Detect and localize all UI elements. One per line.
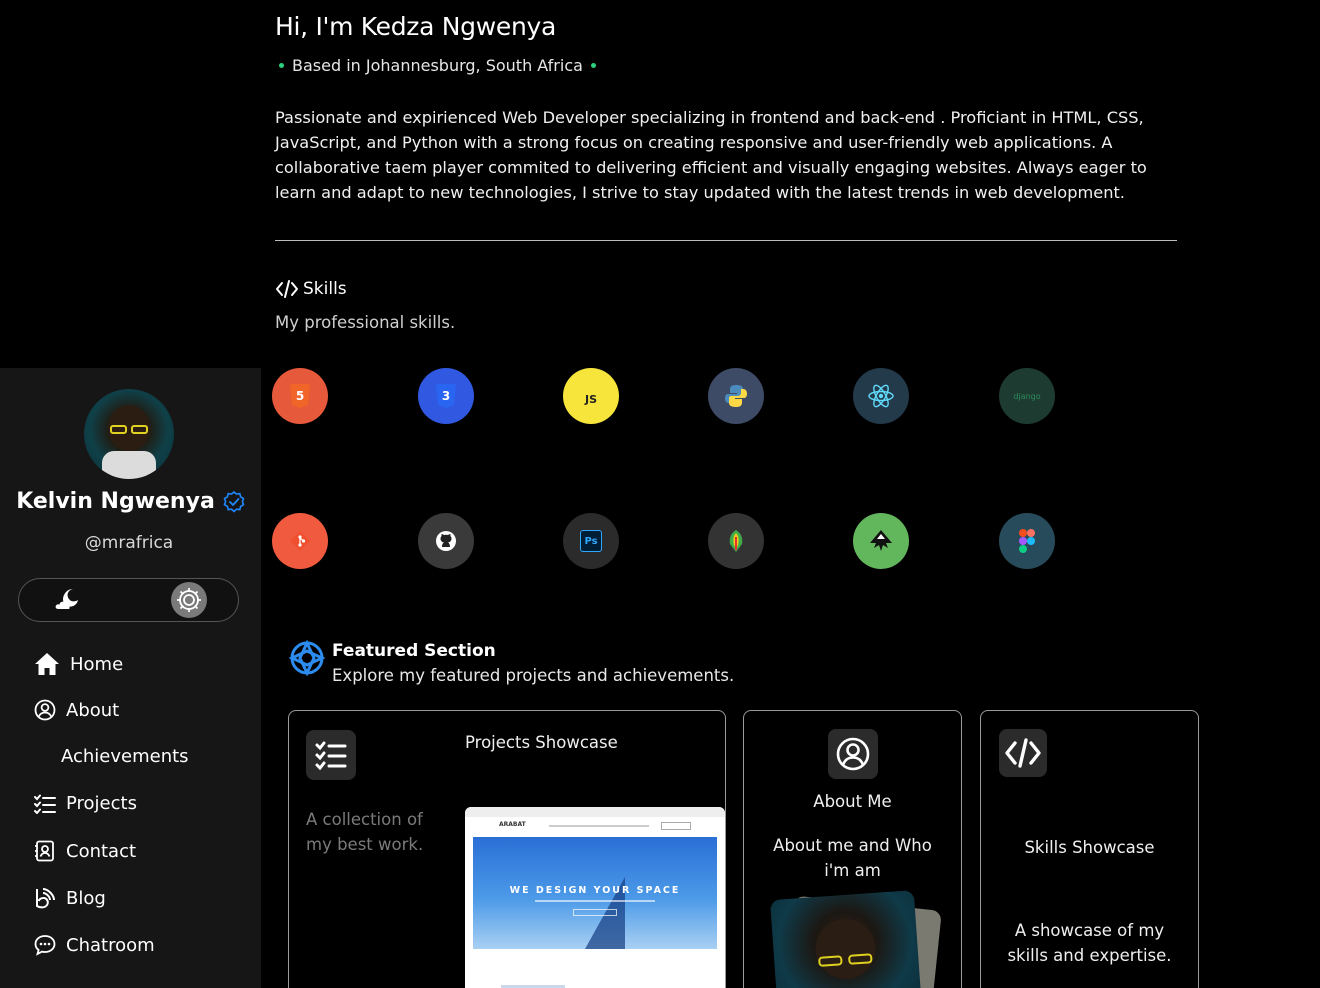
user-circle-icon: [828, 729, 878, 779]
figma-icon[interactable]: [999, 513, 1055, 569]
card-title: Projects Showcase: [465, 733, 618, 752]
featured-title: Featured Section: [332, 641, 496, 661]
code-icon: [276, 280, 298, 298]
card-description: A collection of my best work.: [306, 810, 424, 854]
blog-icon: [36, 888, 55, 909]
gear-icon: [177, 588, 201, 612]
nav-label: Projects: [66, 793, 137, 814]
profile-handle: @mrafrica: [84, 533, 174, 553]
theme-toggle[interactable]: [18, 578, 239, 622]
python-icon[interactable]: [708, 368, 764, 424]
chat-icon: [34, 935, 56, 956]
status-dot: [279, 63, 284, 68]
django-icon[interactable]: django: [999, 368, 1055, 424]
avatar[interactable]: [84, 389, 174, 479]
profile-name-text: Kelvin Ngwenya: [16, 489, 215, 514]
card-title: Skills Showcase: [1024, 838, 1155, 857]
css3-icon[interactable]: 3: [418, 368, 474, 424]
bio-paragraph: Passionate and expirienced Web Developer…: [275, 108, 1147, 202]
checklist-icon: [306, 730, 356, 780]
projects-showcase-card[interactable]: Projects Showcase A collection of my bes…: [288, 710, 726, 988]
skills-heading-label: Skills: [303, 279, 347, 299]
preview-brand: ARABAT: [499, 821, 526, 828]
moon-cloud-icon[interactable]: [53, 585, 83, 615]
nav-item-about[interactable]: About: [34, 699, 119, 721]
coreldraw-icon[interactable]: [708, 513, 764, 569]
github-icon[interactable]: [418, 513, 474, 569]
contact-card-icon: [35, 840, 54, 862]
nav-label: Home: [70, 653, 124, 675]
photoshop-icon[interactable]: Ps: [563, 513, 619, 569]
git-icon[interactable]: [272, 513, 328, 569]
card-description: A showcase of my skills and expertise.: [1007, 921, 1172, 965]
location-text: Based in Johannesburg, South Africa: [292, 56, 583, 75]
nav-label: About: [66, 699, 120, 721]
skills-subheading: My professional skills.: [275, 313, 456, 332]
javascript-icon[interactable]: JS: [563, 368, 619, 424]
light-mode-button[interactable]: [171, 582, 207, 618]
nav-item-projects[interactable]: Projects: [34, 793, 137, 814]
user-circle-icon: [34, 699, 56, 721]
nav-item-blog[interactable]: Blog: [34, 887, 106, 909]
code-icon: [999, 729, 1047, 777]
profile-name: Kelvin Ngwenya: [0, 489, 261, 514]
svg-text:5: 5: [296, 389, 304, 403]
preview-headline: WE DESIGN YOUR SPACE: [509, 885, 681, 896]
about-photo: [769, 890, 923, 988]
nav-item-home[interactable]: Home: [34, 652, 123, 676]
nav-label: Achievements: [61, 746, 189, 767]
location-line: Based in Johannesburg, South Africa: [279, 56, 596, 75]
inkscape-icon[interactable]: [853, 513, 909, 569]
divider: [275, 240, 1177, 241]
featured-subtitle: Explore my featured projects and achieve…: [332, 666, 735, 685]
nav-item-contact[interactable]: Contact: [34, 840, 136, 862]
about-me-card[interactable]: About Me About me and Who i'm am: [743, 710, 962, 988]
sidebar: Kelvin Ngwenya @mrafrica Home About Achi…: [0, 368, 261, 988]
verified-badge-icon: [223, 490, 245, 513]
nav-label: Chatroom: [66, 934, 155, 956]
nav-item-chatroom[interactable]: Chatroom: [34, 934, 155, 956]
svg-text:3: 3: [442, 389, 450, 403]
html5-icon[interactable]: 5: [272, 368, 328, 424]
card-description: About me and Who i'm am: [773, 836, 932, 880]
status-dot: [590, 63, 596, 68]
project-preview-image: ARABAT WE DESIGN YOUR SPACE: [465, 807, 725, 988]
skills-heading: Skills: [275, 279, 347, 299]
nav-label: Blog: [66, 887, 106, 909]
checklist-icon: [34, 794, 56, 814]
skills-showcase-card[interactable]: Skills Showcase A showcase of my skills …: [980, 710, 1199, 988]
react-icon[interactable]: [853, 368, 909, 424]
home-icon: [35, 653, 59, 675]
nav-item-achievements[interactable]: Achievements: [61, 746, 189, 767]
nav-label: Contact: [66, 840, 137, 862]
featured-badge-icon: [288, 639, 326, 677]
card-title: About Me: [813, 792, 892, 811]
page-title: Hi, I'm Kedza Ngwenya: [275, 12, 557, 41]
